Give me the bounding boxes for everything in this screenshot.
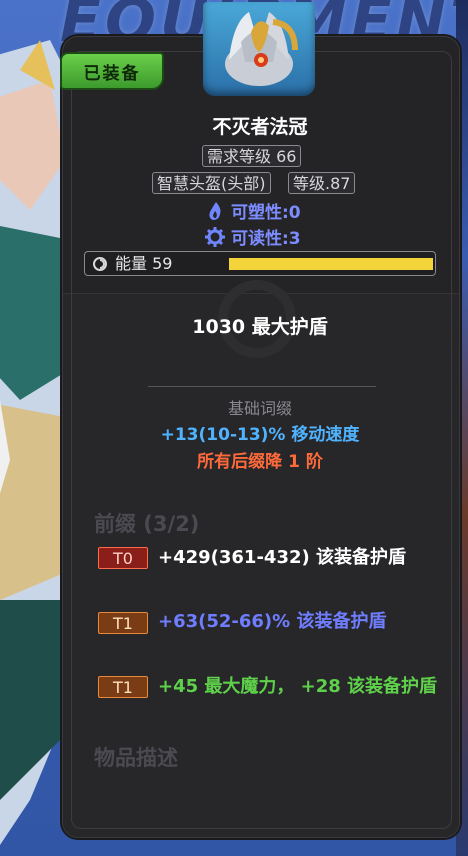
description-header: 物品描述 — [94, 746, 178, 770]
crown-helm-icon — [225, 12, 298, 86]
energy-fill — [229, 258, 433, 270]
base-affix-title: 基础词缀 — [227, 399, 292, 418]
energy-label: 能量 59 — [115, 254, 173, 273]
plasticity-label: 可塑性:0 — [231, 203, 301, 223]
plasticity-stat: 可塑性:0 — [207, 198, 301, 223]
prefix-header: 前缀 (3/2) — [94, 512, 200, 536]
tier-badge-t0: T0 — [98, 547, 148, 569]
base-affix-line-1: +13(10-13)% 移动速度 — [160, 425, 360, 445]
readability-stat: 可读性:3 — [205, 224, 301, 249]
readability-label: 可读性:3 — [231, 229, 301, 249]
prefix-mod-2: +63(52-66)% 该装备护盾 — [158, 611, 387, 632]
item-name: 不灭者法冠 — [212, 116, 308, 138]
item-type-tag: 智慧头盔(头部) — [152, 172, 271, 194]
item-level-tag: 等级.87 — [288, 172, 356, 194]
equipped-badge: 已装备 — [60, 52, 164, 90]
base-affix-line-2: 所有后缀降 1 阶 — [197, 452, 323, 472]
energy-swirl-icon — [93, 257, 107, 271]
flame-icon — [209, 201, 221, 220]
prefix-mod-1: +429(361-432) 该装备护盾 — [158, 547, 406, 568]
section-separator — [148, 386, 376, 387]
item-icon-frame — [203, 2, 315, 96]
tier-badge-t1: T1 — [98, 676, 148, 698]
base-shield-stat: 1030 最大护盾 — [192, 316, 328, 338]
tier-badge-t1: T1 — [98, 612, 148, 634]
prefix-mod-3: +45 最大魔力， +28 该装备护盾 — [158, 676, 438, 697]
gear-icon — [205, 226, 225, 247]
level-requirement-tag: 需求等级 66 — [202, 145, 302, 167]
energy-bar: 能量 59 — [84, 251, 436, 276]
energy-track — [229, 258, 433, 270]
